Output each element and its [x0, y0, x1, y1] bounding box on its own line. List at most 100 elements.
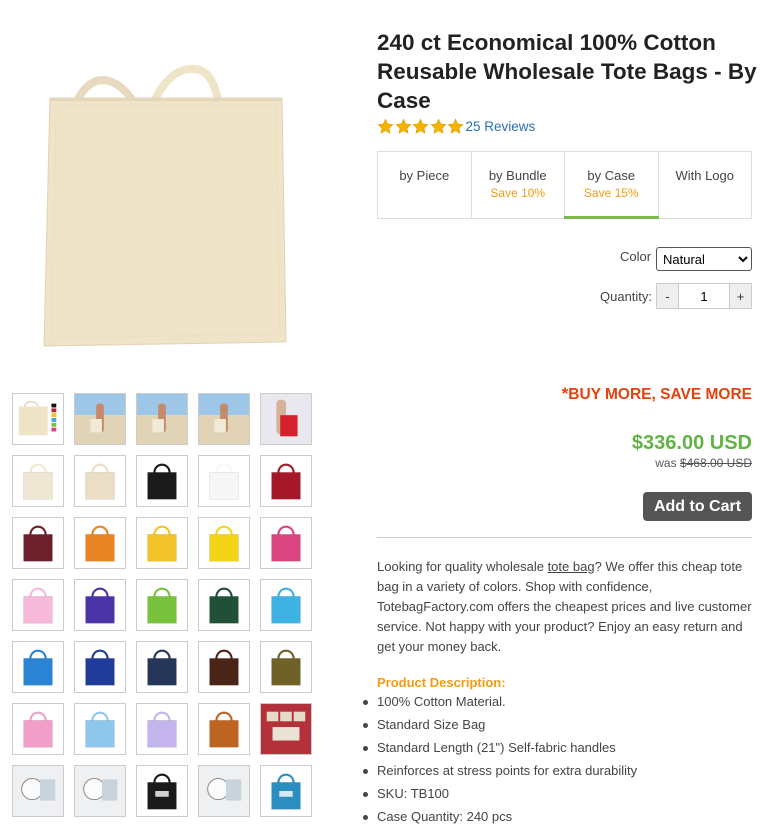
thumbnail-image: [75, 642, 125, 692]
thumbnail-image: [261, 394, 311, 444]
thumbnail-image: [75, 704, 125, 754]
thumbnail-image: [13, 766, 63, 816]
was-label: was: [655, 456, 677, 470]
thumbnail-image: [137, 642, 187, 692]
quantity-stepper: - +: [656, 283, 752, 309]
thumbnail-17[interactable]: [74, 579, 126, 631]
divider: [377, 537, 752, 538]
tab-by-case[interactable]: by Case Save 15%: [564, 152, 659, 219]
star-icon: [395, 118, 411, 134]
thumbnail-24[interactable]: [198, 641, 250, 693]
was-price: was $468.00 USD: [655, 456, 752, 470]
tab-label: With Logo: [675, 168, 735, 183]
thumbnail-image: [75, 518, 125, 568]
thumbnail-13[interactable]: [136, 517, 188, 569]
thumbnail-9[interactable]: [198, 455, 250, 507]
color-select[interactable]: Natural: [656, 247, 752, 271]
tab-discount: Save 10%: [490, 186, 546, 200]
thumbnail-15[interactable]: [260, 517, 312, 569]
thumbnail-image: [137, 518, 187, 568]
thumbnail-18[interactable]: [136, 579, 188, 631]
thumbnail-26[interactable]: [12, 703, 64, 755]
tab-label: by Piece: [399, 168, 450, 183]
tab-with-logo[interactable]: With Logo: [659, 152, 752, 218]
thumbnail-image: [13, 518, 63, 568]
tote-bag-image: [43, 64, 287, 347]
summary-text-pre: Looking for quality wholesale: [377, 559, 548, 574]
thumbnail-image: [199, 518, 249, 568]
quantity-decrease-button[interactable]: -: [657, 284, 678, 308]
thumbnail-10[interactable]: [260, 455, 312, 507]
thumbnail-image: [137, 456, 187, 506]
thumbnail-image: [75, 766, 125, 816]
feature-item: Standard Length (21") Self-fabric handle…: [362, 739, 637, 762]
star-rating: [377, 118, 465, 135]
price: $336.00 USD: [631, 432, 752, 454]
thumbnail-16[interactable]: [12, 579, 64, 631]
thumbnail-2[interactable]: [74, 393, 126, 445]
thumbnail-29[interactable]: [198, 703, 250, 755]
thumbnail-28[interactable]: [136, 703, 188, 755]
tab-by-bundle[interactable]: by Bundle Save 10%: [472, 152, 565, 218]
quantity-input[interactable]: [678, 284, 730, 308]
thumbnail-image: [137, 394, 187, 444]
tote-bag-link[interactable]: tote bag: [548, 559, 595, 574]
thumbnail-8[interactable]: [136, 455, 188, 507]
thumbnail-image: [261, 766, 311, 816]
thumbnail-image: [261, 704, 311, 754]
thumbnail-11[interactable]: [12, 517, 64, 569]
tab-by-piece[interactable]: by Piece: [378, 152, 472, 218]
thumbnail-image: [199, 394, 249, 444]
thumbnail-1[interactable]: [12, 393, 64, 445]
thumbnail-12[interactable]: [74, 517, 126, 569]
color-label: Color: [620, 249, 652, 264]
thumbnail-31[interactable]: [12, 765, 64, 817]
thumbnail-20[interactable]: [260, 579, 312, 631]
thumbnail-23[interactable]: [136, 641, 188, 693]
thumbnail-7[interactable]: [74, 455, 126, 507]
tab-discount: Save 15%: [583, 186, 639, 200]
thumbnail-33[interactable]: [136, 765, 188, 817]
thumbnail-image: [261, 456, 311, 506]
tab-label: by Case: [587, 168, 636, 183]
thumbnail-image: [75, 580, 125, 630]
thumbnail-5[interactable]: [260, 393, 312, 445]
quantity-increase-button[interactable]: +: [730, 284, 751, 308]
thumbnail-image: [13, 456, 63, 506]
product-summary: Looking for quality wholesale tote bag? …: [377, 557, 757, 657]
reviews-link[interactable]: 25 Reviews: [466, 119, 536, 134]
thumbnail-3[interactable]: [136, 393, 188, 445]
star-icon: [377, 118, 394, 134]
feature-item: Reinforces at stress points for extra du…: [362, 762, 637, 785]
thumbnail-22[interactable]: [74, 641, 126, 693]
thumbnail-image: [261, 642, 311, 692]
add-to-cart-button[interactable]: Add to Cart: [643, 492, 752, 521]
thumbnail-image: [13, 704, 63, 754]
thumbnail-19[interactable]: [198, 579, 250, 631]
star-icon: [430, 118, 446, 134]
thumbnail-image: [261, 518, 311, 568]
product-title: 240 ct Economical 100% Cotton Reusable W…: [377, 30, 757, 113]
tab-label: by Bundle: [488, 168, 547, 183]
product-description-title: Product Description:: [377, 675, 506, 690]
thumbnail-image: [199, 766, 249, 816]
thumbnail-image: [137, 580, 187, 630]
thumbnail-30[interactable]: [260, 703, 312, 755]
rating: 25 Reviews: [377, 118, 535, 135]
thumbnail-image: [13, 580, 63, 630]
thumbnail-27[interactable]: [74, 703, 126, 755]
buy-more-text: BUY MORE, SAVE MORE: [568, 386, 752, 403]
thumbnail-image: [261, 580, 311, 630]
thumbnail-14[interactable]: [198, 517, 250, 569]
feature-list: 100% Cotton Material. Standard Size Bag St…: [362, 693, 637, 831]
thumbnail-32[interactable]: [74, 765, 126, 817]
thumbnail-34[interactable]: [198, 765, 250, 817]
thumbnail-4[interactable]: [198, 393, 250, 445]
main-product-image[interactable]: [30, 40, 305, 360]
thumbnail-35[interactable]: [260, 765, 312, 817]
thumbnail-6[interactable]: [12, 455, 64, 507]
star-icon: [412, 118, 429, 134]
thumbnail-21[interactable]: [12, 641, 64, 693]
thumbnail-25[interactable]: [260, 641, 312, 693]
star-icon: [447, 118, 464, 134]
